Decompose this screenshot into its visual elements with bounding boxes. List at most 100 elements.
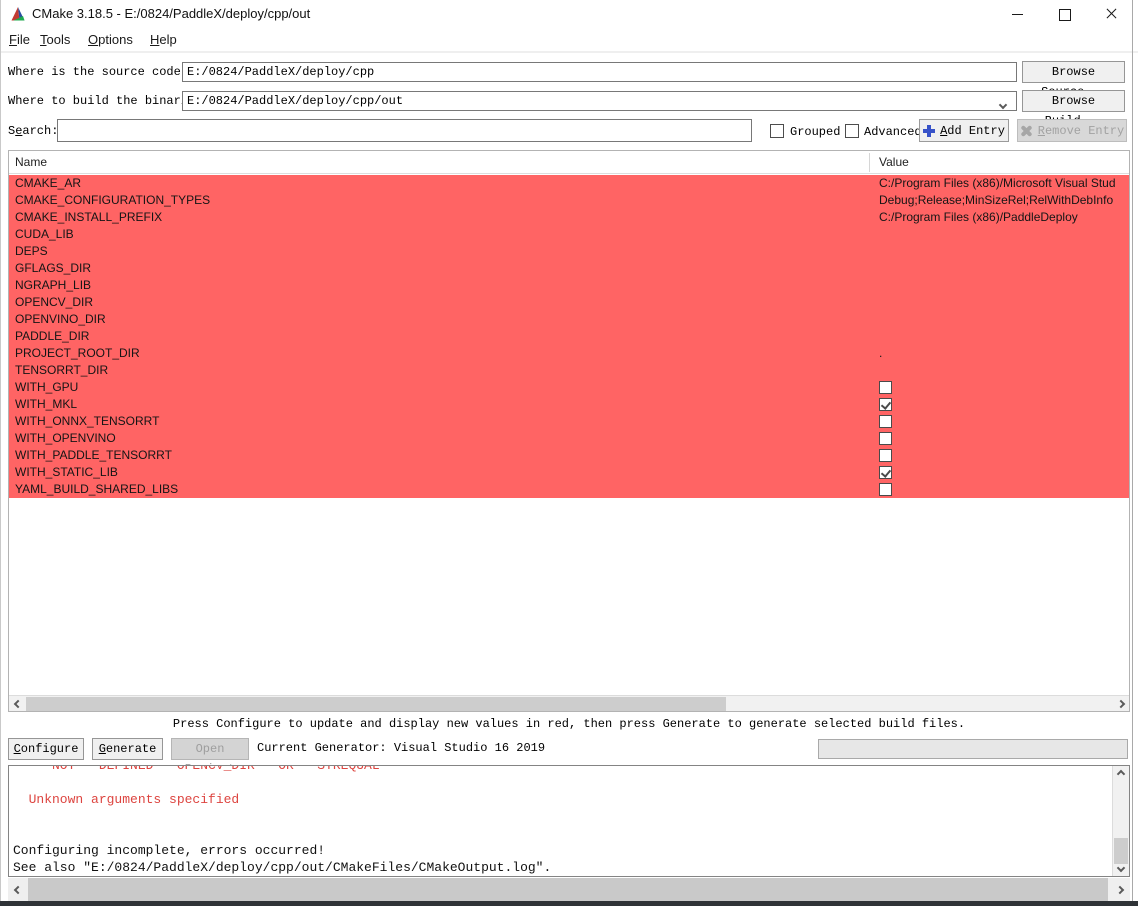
menu-tools[interactable]: Tools — [36, 28, 74, 51]
build-path-combobox[interactable] — [182, 91, 1017, 111]
table-row[interactable]: PADDLE_DIR — [9, 328, 1129, 345]
table-row[interactable]: YAML_BUILD_SHARED_LIBS — [9, 481, 1129, 498]
window-left-border — [0, 0, 1, 901]
entry-value-text: C:/Program Files (x86)/PaddleDeploy — [879, 209, 1078, 226]
table-row[interactable]: WITH_PADDLE_TENSORRT — [9, 447, 1129, 464]
entry-checkbox[interactable] — [879, 381, 892, 394]
entry-value — [869, 464, 1129, 481]
table-horizontal-scrollbar[interactable] — [9, 695, 1129, 711]
entry-value-text: C:/Program Files (x86)/Microsoft Visual … — [879, 175, 1116, 192]
configure-button[interactable]: Configure — [8, 738, 84, 760]
window-right-border — [1132, 0, 1133, 901]
scroll-left-icon[interactable] — [9, 696, 26, 711]
entry-value — [869, 379, 1129, 396]
entry-value — [869, 226, 1129, 243]
browse-source-button[interactable]: Browse Source... — [1022, 61, 1125, 83]
entry-checkbox[interactable] — [879, 415, 892, 428]
entry-name: CMAKE_CONFIGURATION_TYPES — [9, 192, 869, 209]
window-bottom-edge — [0, 901, 1138, 906]
table-row[interactable]: NGRAPH_LIB — [9, 277, 1129, 294]
plus-icon — [923, 125, 935, 137]
menu-options[interactable]: Options — [84, 28, 137, 51]
entry-value-text: Debug;Release;MinSizeRel;RelWithDebInfo — [879, 192, 1113, 209]
output-line: Unknown arguments specified — [13, 791, 1109, 808]
entry-checkbox[interactable] — [879, 449, 892, 462]
table-row[interactable]: WITH_MKL — [9, 396, 1129, 413]
close-button[interactable] — [1089, 0, 1135, 28]
remove-entry-label: Remove Entry — [1038, 124, 1124, 138]
remove-x-icon — [1020, 124, 1033, 137]
entry-value — [869, 260, 1129, 277]
entry-value — [869, 311, 1129, 328]
entry-value: C:/Program Files (x86)/Microsoft Visual … — [869, 175, 1129, 192]
entry-value — [869, 481, 1129, 498]
browse-build-button[interactable]: Browse Build... — [1022, 90, 1125, 112]
entry-value — [869, 430, 1129, 447]
table-row[interactable]: WITH_OPENVINO — [9, 430, 1129, 447]
entry-value-text: . — [879, 345, 882, 362]
output-line — [13, 774, 1109, 791]
column-header-name[interactable]: Name — [15, 151, 47, 174]
entry-name: GFLAGS_DIR — [9, 260, 869, 277]
entry-value — [869, 243, 1129, 260]
output-vertical-scrollbar[interactable] — [1112, 766, 1129, 876]
add-entry-button[interactable]: Add Entry — [919, 119, 1009, 142]
scroll-left-icon[interactable] — [8, 878, 28, 901]
output-hscroll-thumb[interactable] — [28, 878, 1108, 901]
output-horizontal-scrollbar[interactable] — [8, 878, 1130, 901]
combobox-dropdown-icon[interactable] — [1000, 95, 1014, 109]
scroll-right-icon[interactable] — [1112, 696, 1129, 711]
entry-name: PADDLE_DIR — [9, 328, 869, 345]
entry-value: C:/Program Files (x86)/PaddleDeploy — [869, 209, 1129, 226]
table-row[interactable]: CMAKE_CONFIGURATION_TYPES Debug;Release;… — [9, 192, 1129, 209]
table-row[interactable]: CMAKE_AR C:/Program Files (x86)/Microsof… — [9, 175, 1129, 192]
table-row[interactable]: CUDA_LIB — [9, 226, 1129, 243]
column-divider[interactable] — [869, 153, 870, 172]
output-line: Configuring incomplete, errors occurred! — [13, 842, 1109, 859]
output-text: "NOT" "DEFINED" "OPENCV_DIR" "OR" "STREQ… — [13, 765, 1109, 876]
entry-checkbox[interactable] — [879, 466, 892, 479]
scroll-right-icon[interactable] — [1110, 878, 1130, 901]
menu-file[interactable]: File — [5, 28, 34, 51]
minimize-button[interactable] — [995, 0, 1041, 28]
source-path-input[interactable] — [182, 62, 1017, 82]
entry-name: WITH_OPENVINO — [9, 430, 869, 447]
advanced-checkbox[interactable] — [845, 124, 859, 138]
output-line: See also "E:/0824/PaddleX/deploy/cpp/out… — [13, 859, 1109, 876]
table-row[interactable]: WITH_GPU — [9, 379, 1129, 396]
cache-variables-table: Name Value CMAKE_AR C:/Program Files (x8… — [8, 150, 1130, 712]
table-row[interactable]: DEPS — [9, 243, 1129, 260]
open-project-button[interactable]: Open Project — [171, 738, 249, 760]
generate-button[interactable]: Generate — [92, 738, 163, 760]
entry-value — [869, 396, 1129, 413]
remove-entry-button[interactable]: Remove Entry — [1017, 119, 1127, 142]
column-header-value[interactable]: Value — [879, 151, 909, 174]
entry-checkbox[interactable] — [879, 483, 892, 496]
table-row[interactable]: OPENCV_DIR — [9, 294, 1129, 311]
entry-value — [869, 294, 1129, 311]
table-row[interactable]: GFLAGS_DIR — [9, 260, 1129, 277]
titlebar: CMake 3.18.5 - E:/0824/PaddleX/deploy/cp… — [0, 0, 1138, 28]
grouped-label: Grouped — [790, 125, 840, 139]
table-row[interactable]: TENSORRT_DIR — [9, 362, 1129, 379]
table-row[interactable]: WITH_STATIC_LIB — [9, 464, 1129, 481]
entry-name: DEPS — [9, 243, 869, 260]
add-entry-label: Add Entry — [940, 124, 1005, 138]
scroll-up-icon[interactable] — [1113, 766, 1129, 782]
table-row[interactable]: WITH_ONNX_TENSORRT — [9, 413, 1129, 430]
entry-checkbox[interactable] — [879, 398, 892, 411]
table-row[interactable]: OPENVINO_DIR — [9, 311, 1129, 328]
progress-bar — [818, 739, 1128, 759]
table-row[interactable]: PROJECT_ROOT_DIR . — [9, 345, 1129, 362]
table-row[interactable]: CMAKE_INSTALL_PREFIX C:/Program Files (x… — [9, 209, 1129, 226]
search-input[interactable] — [57, 119, 752, 142]
grouped-checkbox[interactable] — [770, 124, 784, 138]
window-title: CMake 3.18.5 - E:/0824/PaddleX/deploy/cp… — [32, 0, 310, 28]
entry-checkbox[interactable] — [879, 432, 892, 445]
maximize-button[interactable] — [1042, 0, 1088, 28]
entry-name: YAML_BUILD_SHARED_LIBS — [9, 481, 869, 498]
scroll-down-icon[interactable] — [1113, 860, 1129, 876]
table-hscroll-thumb[interactable] — [26, 697, 726, 711]
menu-help[interactable]: Help — [146, 28, 181, 51]
entry-name: OPENVINO_DIR — [9, 311, 869, 328]
